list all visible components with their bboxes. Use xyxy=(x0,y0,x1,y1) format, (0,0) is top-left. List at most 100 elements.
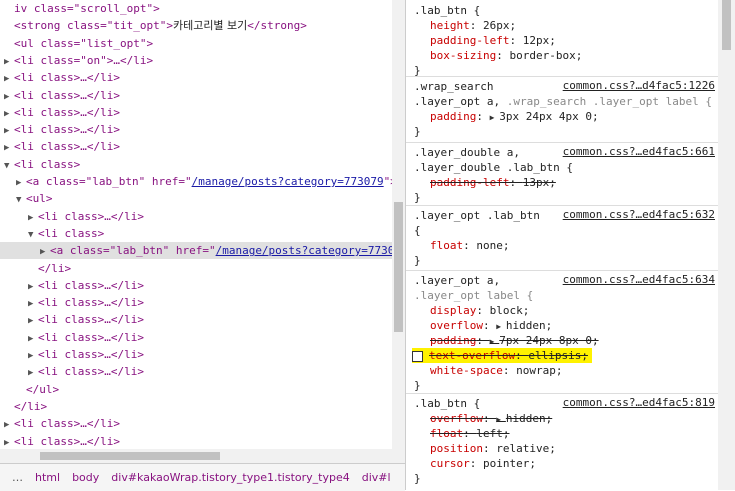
elements-vertical-scrollbar[interactable] xyxy=(392,0,405,463)
stylesheet-source-link[interactable]: common.css?…ed4fac5:632 xyxy=(563,208,715,221)
property-value[interactable]: 12px; xyxy=(523,34,556,47)
dom-node[interactable]: <strong class="tit_opt">카테고리별 보기</strong… xyxy=(0,17,307,34)
css-property-line[interactable]: padding: ▶ 7px 24px 8px 0; xyxy=(414,333,599,348)
dom-node[interactable]: ▶ <li class>…</li> xyxy=(0,346,144,363)
dom-node[interactable]: ▼ <ul> xyxy=(0,190,53,207)
css-property-line[interactable]: cursor: pointer; xyxy=(414,456,536,471)
breadcrumb-item[interactable]: div#l xyxy=(362,471,391,484)
styles-vertical-scrollbar[interactable] xyxy=(718,0,735,490)
dom-node[interactable]: ▶ <li class>…</li> xyxy=(0,433,120,450)
property-toggle-checkbox[interactable] xyxy=(412,350,423,362)
css-property-line[interactable]: position: relative; xyxy=(414,441,556,456)
rule-selector[interactable]: .lab_btn { xyxy=(414,396,480,411)
dom-node[interactable]: <ul class="list_opt"> xyxy=(0,35,153,52)
css-property-line[interactable]: box-sizing: border-box; xyxy=(414,48,582,63)
dom-node[interactable]: ▶ <li class>…</li> xyxy=(0,87,120,104)
css-property-line[interactable]: height: 26px; xyxy=(414,18,516,33)
dom-node[interactable]: ▶ <li class>…</li> xyxy=(0,363,144,380)
css-property-line[interactable]: padding: ▶ 3px 24px 4px 0; xyxy=(414,109,599,124)
property-value[interactable]: hidden; xyxy=(506,319,552,332)
property-value[interactable]: 3px 24px 4px 0; xyxy=(499,110,598,123)
property-value[interactable]: left; xyxy=(476,427,509,440)
rule-selector[interactable]: .wrap_search xyxy=(414,79,493,94)
rule-selector[interactable]: .layer_opt a, .wrap_search .layer_opt la… xyxy=(414,94,712,109)
property-name[interactable]: float xyxy=(430,239,463,252)
dom-node[interactable]: ▶ <li class>…</li> xyxy=(0,121,120,138)
rule-selector[interactable]: .layer_opt label { xyxy=(414,288,533,303)
property-value[interactable]: pointer; xyxy=(483,457,536,470)
expand-shorthand-icon[interactable]: ▶ xyxy=(490,113,500,122)
css-property-line[interactable]: text-overflow: ellipsis; xyxy=(412,348,592,363)
property-name[interactable]: display xyxy=(430,304,476,317)
dom-node[interactable]: ▼ <li class> xyxy=(0,156,80,173)
stylesheet-source-link[interactable]: common.css?…ed4fac5:819 xyxy=(563,396,715,409)
dom-node[interactable]: </li> xyxy=(0,398,47,415)
breadcrumb-item[interactable]: … xyxy=(12,471,23,484)
stylesheet-source-link[interactable]: common.css?…d4fac5:1226 xyxy=(563,79,715,92)
dom-node[interactable]: ▶ <li class>…</li> xyxy=(0,104,120,121)
css-property-line[interactable]: white-space: nowrap; xyxy=(414,363,562,378)
css-property-line[interactable]: overflow: ▶ hidden; xyxy=(414,411,552,426)
rule-selector[interactable]: .layer_opt .lab_btn xyxy=(414,208,540,223)
property-name[interactable]: white-space xyxy=(430,364,503,377)
property-value[interactable]: block; xyxy=(490,304,530,317)
dom-node[interactable]: ▶ <li class>…</li> xyxy=(0,208,144,225)
property-name[interactable]: padding-left xyxy=(430,34,509,47)
dom-node[interactable]: ▶ <li class>…</li> xyxy=(0,69,120,86)
stylesheet-source-link[interactable]: common.css?…ed4fac5:661 xyxy=(563,145,715,158)
expand-shorthand-icon[interactable]: ▶ xyxy=(490,337,500,346)
css-property-line[interactable]: float: none; xyxy=(414,238,510,253)
css-property-line[interactable]: padding-left: 13px; xyxy=(414,175,556,190)
href-link[interactable]: /manage/posts?category=773079 xyxy=(192,175,384,188)
property-name[interactable]: cursor xyxy=(430,457,470,470)
breadcrumb-item[interactable]: div#kakaoWrap.tistory_type1.tistory_type… xyxy=(111,471,349,484)
dom-node[interactable]: </ul> xyxy=(0,381,59,398)
css-property-line[interactable]: display: block; xyxy=(414,303,529,318)
dom-node[interactable]: ▼ <li class> xyxy=(0,225,104,242)
property-name[interactable]: padding xyxy=(430,334,476,347)
css-property-line[interactable]: padding-left: 12px; xyxy=(414,33,556,48)
breadcrumb-item[interactable]: body xyxy=(72,471,99,484)
scrollbar-thumb[interactable] xyxy=(40,452,220,460)
property-name[interactable]: float xyxy=(430,427,463,440)
property-name[interactable]: overflow xyxy=(430,412,483,425)
expand-shorthand-icon[interactable]: ▶ xyxy=(496,415,506,424)
rule-selector[interactable]: .layer_double .lab_btn { xyxy=(414,160,573,175)
property-value[interactable]: nowrap; xyxy=(516,364,562,377)
property-name[interactable]: overflow xyxy=(430,319,483,332)
property-name[interactable]: padding-left xyxy=(430,176,509,189)
rule-selector[interactable]: .layer_opt a, xyxy=(414,273,500,288)
dom-node[interactable]: iv class="scroll_opt"> xyxy=(0,0,160,17)
elements-horizontal-scrollbar[interactable] xyxy=(0,449,392,463)
property-value[interactable]: ellipsis; xyxy=(528,349,588,362)
dom-node[interactable]: ▶ <li class>…</li> xyxy=(0,311,144,328)
property-name[interactable]: text-overflow xyxy=(429,349,515,362)
breadcrumb-item[interactable]: html xyxy=(35,471,60,484)
property-name[interactable]: position xyxy=(430,442,483,455)
dom-node[interactable]: ▶ <li class>…</li> xyxy=(0,277,144,294)
dom-node-selected[interactable]: ▶ <a class="lab_btn" href="/manage/posts?… xyxy=(0,242,392,260)
property-value[interactable]: 13px; xyxy=(523,176,556,189)
dom-node[interactable]: </li> xyxy=(0,260,71,277)
rule-selector[interactable]: .lab_btn { xyxy=(414,3,480,18)
scrollbar-thumb[interactable] xyxy=(722,0,731,50)
property-value[interactable]: relative; xyxy=(496,442,556,455)
expand-shorthand-icon[interactable]: ▶ xyxy=(496,322,506,331)
property-value[interactable]: none; xyxy=(476,239,509,252)
dom-node[interactable]: ▶ <li class="on">…</li> xyxy=(0,52,153,69)
dom-node[interactable]: ▶ <li class>…</li> xyxy=(0,415,120,432)
property-value[interactable]: hidden; xyxy=(506,412,552,425)
property-value[interactable]: border-box; xyxy=(509,49,582,62)
dom-node[interactable]: ▶ <a class="lab_btn" href="/manage/posts?… xyxy=(0,173,392,190)
dom-node[interactable]: ▶ <li class>…</li> xyxy=(0,329,144,346)
css-property-line[interactable]: overflow: ▶ hidden; xyxy=(414,318,552,333)
property-name[interactable]: box-sizing xyxy=(430,49,496,62)
stylesheet-source-link[interactable]: common.css?…ed4fac5:634 xyxy=(563,273,715,286)
property-name[interactable]: height xyxy=(430,19,470,32)
dom-node[interactable]: ▶ <li class>…</li> xyxy=(0,294,144,311)
scrollbar-thumb[interactable] xyxy=(394,202,403,332)
dom-node[interactable]: ▶ <li class>…</li> xyxy=(0,138,120,155)
property-value[interactable]: 26px; xyxy=(483,19,516,32)
property-value[interactable]: 7px 24px 8px 0; xyxy=(499,334,598,347)
rule-selector[interactable]: .layer_double a, xyxy=(414,145,520,160)
